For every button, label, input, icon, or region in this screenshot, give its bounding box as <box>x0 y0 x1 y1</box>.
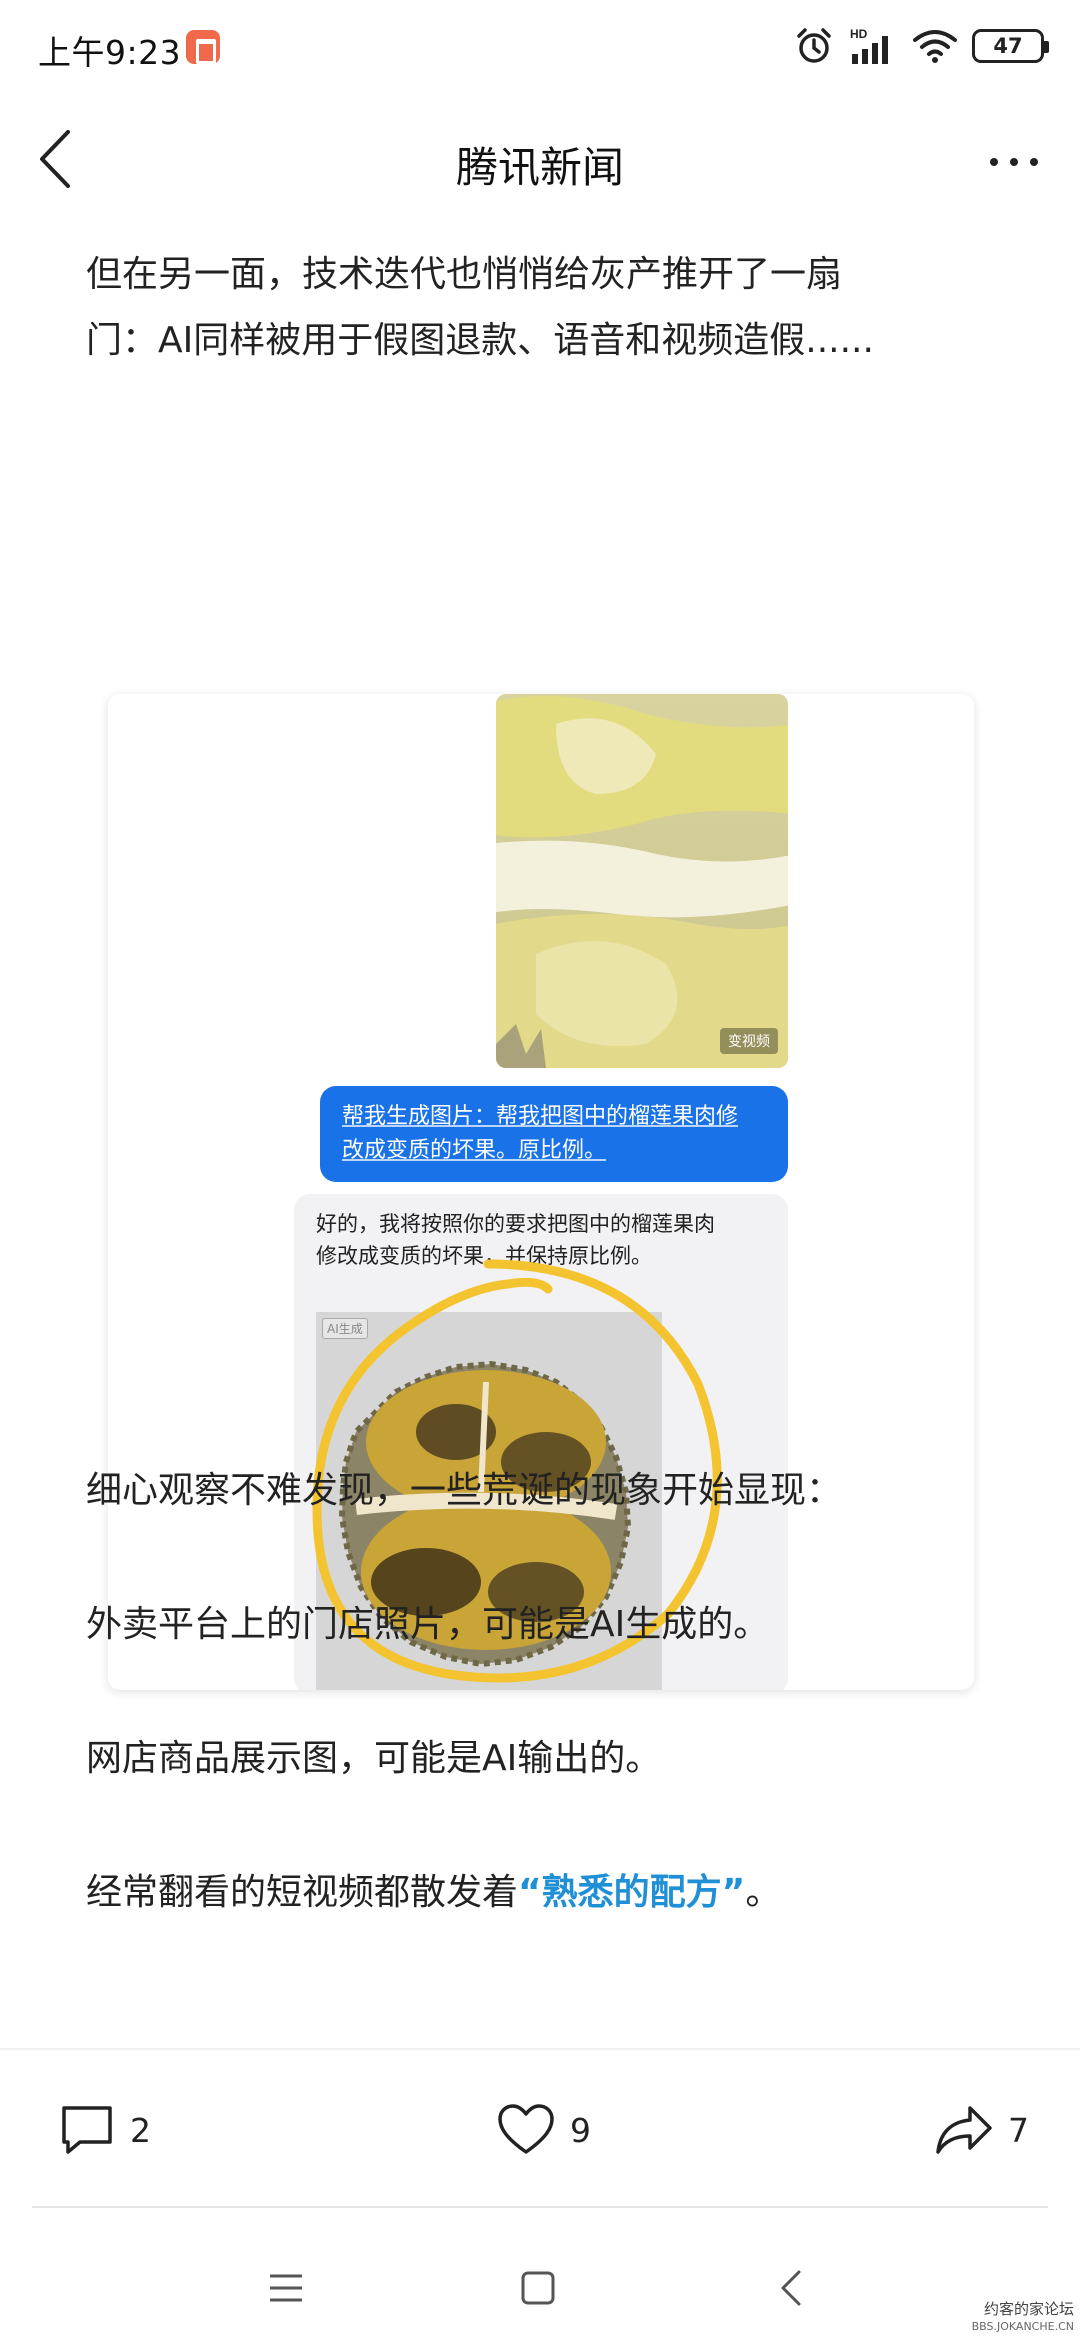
action-bar: 2 9 7 <box>0 2090 1080 2170</box>
article-paragraph: 外卖平台上的门店照片，可能是AI生成的。 <box>86 1604 770 1645</box>
paragraph-text: 。 <box>745 1872 782 1913</box>
share-button[interactable]: 7 <box>934 2090 1029 2170</box>
durian-photo-original: 变视频 <box>496 694 788 1068</box>
article-paragraph: 细心观察不难发现，一些荒诞的现象开始显现： <box>86 1470 843 1511</box>
more-dots-icon <box>990 158 1038 166</box>
highlighted-phrase[interactable]: “熟悉的配方” <box>518 1872 745 1913</box>
user-message-line: 帮我生成图片：帮我把图中的榴莲果肉修 <box>342 1104 739 1129</box>
paragraph-text: 经常翻看的短视频都散发着 <box>86 1872 519 1913</box>
ai-reply-line: 修改成变质的坏果，并保持原比例。 <box>316 1244 652 1268</box>
like-count: 9 <box>570 2110 591 2150</box>
watermark-title: 约客的家论坛 <box>983 2300 1074 2318</box>
menu-button[interactable] <box>256 2258 316 2318</box>
alarm-icon <box>797 28 831 63</box>
article-image[interactable]: 变视频 帮我生成图片：帮我把图中的榴莲果肉修 改成变质的坏果。原比例。 好的，我… <box>108 694 974 1690</box>
ai-reply-text: 好的，我将按照你的要求把图中的榴莲果肉 修改成变质的坏果，并保持原比例。 <box>316 1208 776 1272</box>
user-message-bubble: 帮我生成图片：帮我把图中的榴莲果肉修 改成变质的坏果。原比例。 <box>320 1086 788 1182</box>
divider <box>0 2048 1080 2050</box>
wifi-icon <box>913 30 957 63</box>
system-nav-bar: 约客的家论坛 BBS.JOKANCHE.CN <box>0 2230 1080 2340</box>
heart-icon <box>498 2104 554 2154</box>
article-paragraph: 门：AI同样被用于假图退款、语音和视频造假...... <box>86 320 874 361</box>
system-back-button[interactable] <box>762 2258 822 2318</box>
user-message-line: 改成变质的坏果。原比例。 <box>342 1138 607 1163</box>
network-type-label: HD <box>850 27 868 41</box>
status-time: 上午9:23 <box>38 33 182 72</box>
like-button[interactable]: 9 <box>496 2090 591 2170</box>
comment-icon <box>62 2106 112 2154</box>
article-paragraph: 经常翻看的短视频都散发着“熟悉的配方”。 <box>86 1860 1006 1926</box>
share-count: 7 <box>1008 2110 1029 2150</box>
home-button[interactable] <box>508 2258 568 2318</box>
divider <box>32 2206 1048 2208</box>
page-title: 腾讯新闻 <box>455 143 624 192</box>
comment-button[interactable]: 2 <box>60 2090 151 2170</box>
share-icon <box>936 2106 992 2154</box>
ai-reply-line: 好的，我将按照你的要求把图中的榴莲果肉 <box>316 1212 715 1236</box>
watermark-url: BBS.JOKANCHE.CN <box>971 2320 1074 2333</box>
back-arrow-icon <box>781 2270 801 2306</box>
notification-app-icon <box>186 30 220 64</box>
article-paragraph: 但在另一面，技术迭代也悄悄给灰产推开了一扇 <box>86 254 843 295</box>
battery-indicator: 47 <box>972 29 1049 63</box>
cellular-signal-icon: HD <box>850 27 888 64</box>
status-icons: HD 47 <box>794 24 1049 68</box>
menu-icon <box>270 2274 302 2302</box>
article-paragraph: 网店商品展示图，可能是AI输出的。 <box>86 1738 662 1779</box>
durian-fresh-image <box>496 694 788 1068</box>
watermark: 约客的家论坛 BBS.JOKANCHE.CN <box>972 2300 1074 2336</box>
nav-bar: 腾讯新闻 <box>0 96 1080 228</box>
status-bar: 上午9:23 HD 47 <box>0 0 1080 96</box>
home-square-icon <box>521 2271 555 2305</box>
more-options-button[interactable] <box>984 142 1044 182</box>
comment-count: 2 <box>130 2110 151 2150</box>
video-badge: 变视频 <box>720 1028 778 1054</box>
battery-level: 47 <box>993 34 1023 58</box>
ai-generated-tag: AI生成 <box>322 1318 368 1339</box>
